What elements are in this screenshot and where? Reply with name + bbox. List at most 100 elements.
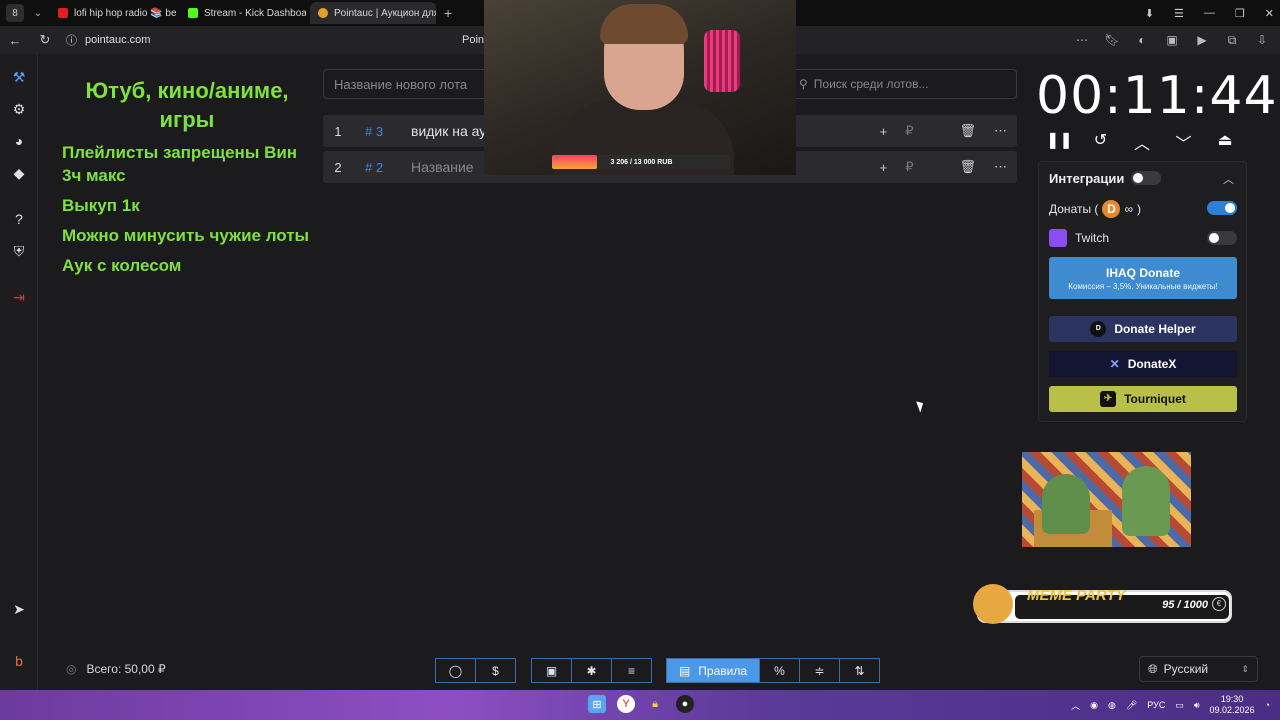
- collapse-icon[interactable]: ︿: [1223, 171, 1234, 187]
- shield-icon[interactable]: ⛨: [10, 242, 28, 260]
- coin-icon: €: [1212, 597, 1226, 611]
- minimize-icon[interactable]: —: [1204, 7, 1215, 19]
- tab-pointauc[interactable]: Pointauc | Аукцион для ✕: [310, 2, 436, 24]
- url-field[interactable]: ⓘ pointauc.com: [66, 32, 150, 48]
- ihaq-donate-button[interactable]: IHAQ Donate Комиссия – 3,5%. Уникальные …: [1049, 257, 1237, 299]
- eye-off-icon[interactable]: ◎: [66, 662, 76, 676]
- github-icon[interactable]: ◯: [435, 658, 476, 683]
- download-icon[interactable]: ⬇: [1145, 7, 1154, 20]
- donate-helper-label: Donate Helper: [1114, 322, 1196, 336]
- split-icon[interactable]: ≑: [799, 658, 840, 683]
- twitch-toggle[interactable]: [1207, 231, 1237, 245]
- steam-icon[interactable]: ◉: [1090, 700, 1098, 711]
- meme-frog: [1042, 474, 1090, 534]
- reset-icon[interactable]: ↺: [1088, 130, 1114, 154]
- telegram-icon[interactable]: ➤: [10, 600, 28, 618]
- more-icon[interactable]: ⋯: [1074, 32, 1090, 48]
- notifications-icon[interactable]: ◔: [1265, 700, 1270, 710]
- auction-hammer-icon[interactable]: ⚒: [10, 68, 28, 86]
- tab-label: lofi hip hop radio 📚 beats: [74, 7, 176, 19]
- extension-icon[interactable]: ◐: [1134, 32, 1150, 48]
- trash-icon[interactable]: 🗑︎: [959, 123, 976, 139]
- clear-list-icon[interactable]: ≡: [611, 658, 652, 683]
- percent-icon[interactable]: %: [759, 658, 800, 683]
- mic-icon[interactable]: 🎤︎: [1126, 700, 1137, 711]
- language-select[interactable]: 🌐︎ Русский ⇕: [1139, 656, 1258, 682]
- collections-icon[interactable]: ⧉: [1224, 32, 1240, 48]
- close-window-icon[interactable]: ✕: [1265, 7, 1274, 20]
- sort-icon[interactable]: ⇅: [839, 658, 880, 683]
- tab-kick[interactable]: Stream - Kick Dashboard: [180, 2, 306, 24]
- new-lot-input[interactable]: Название нового лота: [323, 69, 493, 99]
- globe-icon: 🌐︎: [1148, 661, 1158, 676]
- extension-icon[interactable]: ▣: [1164, 32, 1180, 48]
- os-taskbar: ⊞ Y 🔒︎ ● ︿ ◉ ◍ 🎤︎ РУС ▭ 🔊︎ 19:30 09.02.2…: [0, 690, 1280, 720]
- toolbar-actions: ▣ ✱ ≡: [531, 658, 652, 683]
- lot-actions: + ₽ 🗑︎ ⋯: [880, 159, 1007, 175]
- new-tab-button[interactable]: +: [440, 2, 464, 24]
- pause-icon[interactable]: ❚❚: [1046, 130, 1073, 154]
- back-icon[interactable]: ←: [0, 33, 30, 48]
- tray-lang[interactable]: РУС: [1147, 700, 1165, 710]
- donatex-button[interactable]: ✕ DonateX: [1049, 351, 1237, 377]
- layers-icon[interactable]: ◆: [10, 164, 28, 182]
- clock[interactable]: 19:30 09.02.2026: [1210, 694, 1255, 716]
- lock-app-icon[interactable]: 🔒︎: [646, 695, 664, 713]
- extension-icon[interactable]: ▶: [1194, 32, 1210, 48]
- total-display: ◎ Всего: 50,00 ₽: [66, 662, 166, 676]
- add-amount-icon[interactable]: +: [880, 160, 888, 175]
- tab-lofi[interactable]: lofi hip hop radio 📚 beats: [50, 2, 176, 24]
- discord-icon[interactable]: ◍: [1108, 700, 1116, 711]
- more-icon[interactable]: ⋯: [994, 123, 1007, 139]
- yandex-browser-icon[interactable]: Y: [617, 695, 635, 713]
- chevron-down-icon[interactable]: ﹀: [1171, 130, 1197, 154]
- browser-menu-icon[interactable]: 8: [6, 4, 24, 22]
- tourniquet-icon: ✈: [1100, 391, 1117, 407]
- lot-name[interactable]: Название: [411, 159, 474, 175]
- logout-icon[interactable]: ⇥: [10, 288, 28, 306]
- meme-image: [1022, 452, 1191, 547]
- search-placeholder: Поиск среди лотов...: [813, 77, 929, 91]
- more-icon[interactable]: ⋯: [994, 159, 1007, 175]
- obs-icon[interactable]: ●: [676, 695, 694, 713]
- tourniquet-button[interactable]: ✈ Tourniquet: [1049, 386, 1237, 412]
- boosty-icon[interactable]: b: [10, 652, 28, 670]
- menu-icon[interactable]: ☰: [1174, 7, 1184, 20]
- gear-icon[interactable]: ⚙: [10, 100, 28, 118]
- site-info-icon[interactable]: ⓘ: [66, 32, 77, 48]
- clock-time: 19:30: [1220, 694, 1244, 704]
- rules-button[interactable]: ▤ Правила: [666, 658, 760, 683]
- windows-start-icon[interactable]: ⊞: [588, 695, 606, 713]
- downloads-icon[interactable]: ⇩: [1254, 32, 1270, 48]
- help-icon[interactable]: ?: [10, 210, 28, 228]
- lot-name[interactable]: видик на ау: [411, 123, 486, 139]
- reload-icon[interactable]: ↻: [30, 32, 60, 48]
- restore-icon[interactable]: ❐: [1235, 7, 1245, 20]
- dollar-icon[interactable]: $: [475, 658, 516, 683]
- chevron-up-icon[interactable]: ︿: [1129, 130, 1155, 154]
- add-amount-icon[interactable]: +: [880, 124, 888, 139]
- microphone: [704, 30, 740, 92]
- trash-icon[interactable]: 🗑︎: [959, 159, 976, 175]
- tab-label: Stream - Kick Dashboard: [204, 7, 306, 19]
- volume-icon[interactable]: 🔊︎: [1194, 700, 1200, 711]
- lot-search-input[interactable]: ⚲ Поиск среди лотов...: [792, 69, 1017, 99]
- rules-heading: Ютуб, кино/аниме, игры: [85, 78, 289, 132]
- lot-amount-currency[interactable]: ₽: [905, 123, 913, 139]
- wheel-icon[interactable]: ◕: [10, 132, 28, 150]
- donate-helper-button[interactable]: D Donate Helper: [1049, 316, 1237, 342]
- tray-chevron-icon[interactable]: ︿: [1071, 699, 1080, 712]
- donations-toggle[interactable]: [1207, 201, 1237, 215]
- save-icon[interactable]: ▣: [531, 658, 572, 683]
- integrations-toggle[interactable]: [1131, 171, 1161, 185]
- bug-icon[interactable]: ✱: [571, 658, 612, 683]
- bookmark-icon[interactable]: 🔖︎: [1104, 32, 1120, 48]
- infinity-icon: ∞: [1124, 202, 1133, 216]
- lot-amount-currency[interactable]: ₽: [905, 159, 913, 175]
- eject-icon[interactable]: ⏏: [1212, 130, 1238, 154]
- toolbar-links: ◯ $: [435, 658, 516, 683]
- network-icon[interactable]: ▭: [1175, 700, 1184, 711]
- tab-label: Pointauc | Аукцион для: [334, 7, 436, 19]
- tab-list-chevron-icon[interactable]: ⌄: [30, 8, 46, 19]
- language-value: Русский: [1163, 662, 1209, 676]
